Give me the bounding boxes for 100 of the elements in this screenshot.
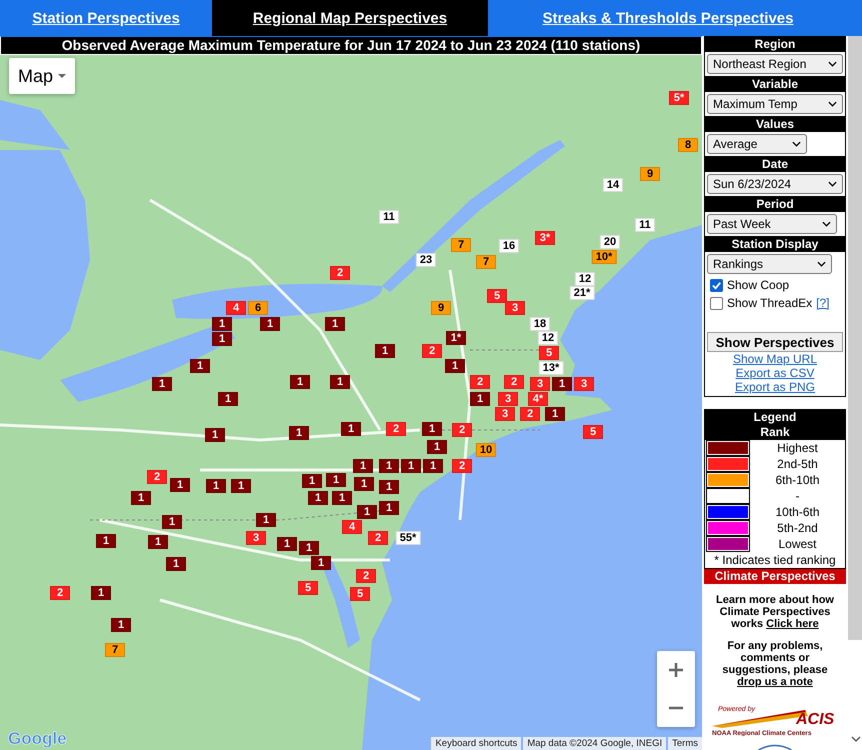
station-marker[interactable]: 21* (570, 286, 594, 300)
station-marker[interactable]: 1 (354, 477, 374, 491)
station-marker[interactable]: 55* (396, 531, 420, 545)
station-marker[interactable]: 8 (678, 138, 698, 152)
export-link[interactable]: Show Map URL (732, 352, 818, 366)
dropdown[interactable]: Average (707, 134, 807, 154)
checkbox[interactable] (710, 278, 723, 292)
station-marker[interactable]: 6 (248, 301, 268, 315)
station-marker[interactable]: 1 (375, 344, 395, 358)
station-marker[interactable]: 2 (452, 459, 472, 473)
station-marker[interactable]: 2 (330, 266, 350, 280)
station-marker[interactable]: 1 (289, 426, 309, 440)
zoom-in-icon[interactable] (666, 660, 686, 680)
show-perspectives-button[interactable]: Show Perspectives (707, 332, 843, 352)
station-marker[interactable]: 1 (148, 535, 168, 549)
station-marker[interactable]: 4* (528, 392, 548, 406)
station-marker[interactable]: 23 (416, 253, 436, 267)
station-marker[interactable]: 2 (504, 375, 524, 389)
attribution-link[interactable]: Keyboard shortcuts (431, 737, 522, 750)
station-marker[interactable]: 13* (538, 361, 564, 375)
station-marker[interactable]: 5 (350, 587, 370, 601)
export-link[interactable]: Export as CSV (736, 366, 814, 380)
station-marker[interactable]: 1 (218, 392, 238, 406)
station-marker[interactable]: 2 (368, 531, 388, 545)
dropdown[interactable]: Sun 6/23/2024 (707, 174, 843, 194)
station-marker[interactable]: 7 (451, 238, 471, 252)
station-marker[interactable]: 1 (231, 479, 251, 493)
station-marker[interactable]: 2 (147, 470, 167, 484)
station-marker[interactable]: 1 (212, 332, 232, 346)
station-marker[interactable]: 5 (539, 346, 559, 360)
station-marker[interactable]: 14 (602, 178, 624, 192)
station-marker[interactable]: 1 (277, 537, 297, 551)
station-marker[interactable]: 10* (592, 250, 616, 264)
station-marker[interactable]: 1 (379, 459, 399, 473)
attribution-link[interactable]: Terms (668, 737, 702, 750)
station-marker[interactable]: 1 (332, 491, 352, 505)
station-marker[interactable]: 10 (476, 443, 496, 457)
station-marker[interactable]: 1 (166, 557, 186, 571)
station-marker[interactable]: 20 (600, 235, 620, 249)
station-marker[interactable]: 2 (356, 569, 376, 583)
dropdown[interactable]: Rankings (707, 254, 832, 274)
station-marker[interactable]: 18 (530, 317, 550, 331)
station-marker[interactable]: 11 (635, 218, 655, 232)
station-marker[interactable]: 1 (152, 377, 172, 391)
nav-tab[interactable]: Regional Map Perspectives (212, 0, 488, 36)
station-marker[interactable]: 12 (574, 272, 596, 286)
info-link[interactable]: Click here (766, 618, 819, 630)
station-marker[interactable]: 3 (246, 531, 266, 545)
station-marker[interactable]: 1 (311, 556, 331, 570)
station-marker[interactable]: 1 (205, 428, 225, 442)
station-marker[interactable]: 1* (446, 331, 466, 345)
station-marker[interactable]: 2 (386, 422, 406, 436)
station-marker[interactable]: 1 (325, 317, 345, 331)
station-marker[interactable]: 1 (212, 317, 232, 331)
dropdown[interactable]: Past Week (707, 214, 837, 234)
station-marker[interactable]: 1 (170, 478, 190, 492)
station-marker[interactable]: 3* (535, 231, 555, 245)
station-marker[interactable]: 1 (111, 618, 131, 632)
station-marker[interactable]: 9 (431, 301, 451, 315)
station-marker[interactable]: 1 (256, 513, 276, 527)
station-marker[interactable]: 1 (260, 317, 280, 331)
station-marker[interactable]: 4 (342, 520, 362, 534)
station-marker[interactable]: 5 (583, 425, 603, 439)
station-marker[interactable]: 1 (379, 501, 399, 515)
station-marker[interactable]: 1 (326, 473, 346, 487)
station-marker[interactable]: 1 (341, 422, 361, 436)
station-marker[interactable]: 1 (96, 534, 116, 548)
station-marker[interactable]: 3 (530, 377, 550, 391)
export-link[interactable]: Export as PNG (734, 380, 816, 394)
dropdown[interactable]: Maximum Temp (707, 94, 843, 114)
checkbox[interactable] (710, 296, 723, 310)
chevron-icon[interactable] (851, 736, 861, 742)
station-marker[interactable]: 2 (422, 344, 442, 358)
station-marker[interactable]: 1 (330, 375, 350, 389)
station-marker[interactable]: 1 (422, 422, 442, 436)
station-marker[interactable]: 2 (452, 423, 472, 437)
station-marker[interactable]: 1 (445, 359, 465, 373)
map-type-button[interactable]: Map (9, 58, 75, 94)
station-marker[interactable]: 7 (476, 255, 496, 269)
station-marker[interactable]: 1 (91, 586, 111, 600)
station-marker[interactable]: 1 (206, 479, 226, 493)
station-marker[interactable]: 1 (162, 515, 182, 529)
station-marker[interactable]: 7 (105, 643, 125, 657)
station-marker[interactable]: 1 (302, 474, 322, 488)
station-marker[interactable]: 3 (495, 407, 515, 421)
station-marker[interactable]: 4 (226, 301, 246, 315)
station-marker[interactable]: 2 (470, 375, 490, 389)
station-marker[interactable]: 5 (487, 289, 507, 303)
station-marker[interactable]: 1 (308, 491, 328, 505)
station-marker[interactable]: 5* (669, 91, 689, 105)
station-marker[interactable]: 1 (423, 459, 443, 473)
station-marker[interactable]: 3 (505, 301, 525, 315)
station-marker[interactable]: 1 (545, 407, 565, 421)
station-marker[interactable]: 3 (574, 377, 594, 391)
station-marker[interactable]: 1 (353, 459, 373, 473)
station-marker[interactable]: 1 (427, 440, 447, 454)
station-marker[interactable]: 9 (640, 167, 660, 181)
station-marker[interactable]: 1 (401, 459, 421, 473)
info-link[interactable]: drop us a note (737, 676, 813, 688)
station-marker[interactable]: 1 (552, 377, 572, 391)
